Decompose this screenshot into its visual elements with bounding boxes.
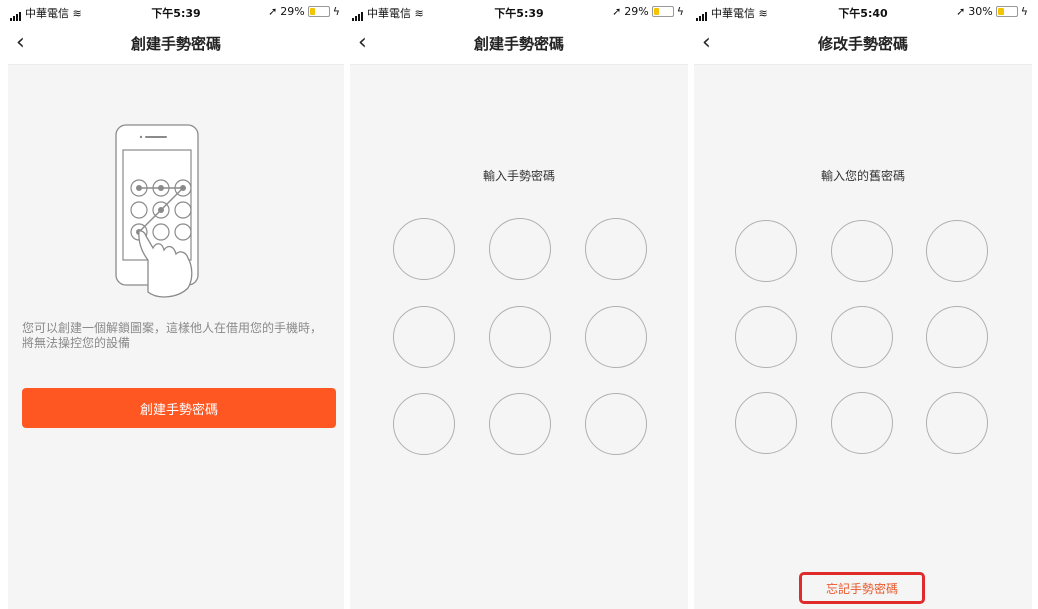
gesture-dot[interactable] [393, 306, 455, 368]
top-bar: 中華電信 ≋ 下午5:39 ➚ 29% ϟ ‹ 創建手勢密碼 [8, 0, 344, 65]
gesture-dot[interactable] [489, 306, 551, 368]
gesture-dot[interactable] [735, 220, 797, 282]
gesture-dot[interactable] [393, 393, 455, 455]
gesture-dot[interactable] [926, 392, 988, 454]
charging-bolt-icon: ϟ [676, 5, 684, 18]
forgot-gesture-password-link[interactable]: 忘記手勢密碼 [799, 572, 925, 604]
gesture-dot[interactable] [926, 306, 988, 368]
location-arrow-icon: ➚ [268, 5, 278, 18]
gesture-dot[interactable] [831, 306, 893, 368]
gesture-dot[interactable] [735, 392, 797, 454]
top-bar: 中華電信 ≋ 下午5:40 ➚ 30% ϟ ‹ 修改手勢密碼 [694, 0, 1032, 65]
battery-percent: 29% [280, 5, 305, 18]
location-arrow-icon: ➚ [956, 5, 966, 18]
status-bar: 中華電信 ≋ 下午5:39 ➚ 29% ϟ [350, 0, 688, 22]
battery-icon [651, 6, 674, 17]
battery-icon [307, 6, 330, 17]
gesture-prompt: 輸入您的舊密碼 [820, 169, 905, 183]
phone-gesture-illustration-icon [115, 124, 199, 298]
create-gesture-intro-screen: 中華電信 ≋ 下午5:39 ➚ 29% ϟ ‹ 創建手勢密碼 您可以創建一個解鎖圖案… [8, 0, 344, 609]
gesture-dot[interactable] [735, 306, 797, 368]
gesture-prompt: 輸入手勢密碼 [482, 169, 555, 183]
top-bar: 中華電信 ≋ 下午5:39 ➚ 29% ϟ ‹ 創建手勢密碼 [350, 0, 688, 65]
gesture-dot[interactable] [489, 393, 551, 455]
page-title: 修改手勢密碼 [817, 35, 908, 53]
enter-gesture-screen: 中華電信 ≋ 下午5:39 ➚ 29% ϟ ‹ 創建手勢密碼 輸入手勢密碼 [350, 0, 688, 609]
gesture-dot[interactable] [393, 218, 455, 280]
gesture-dot[interactable] [585, 306, 647, 368]
location-arrow-icon: ➚ [612, 5, 622, 18]
gesture-dot[interactable] [831, 220, 893, 282]
modify-gesture-screen: 中華電信 ≋ 下午5:40 ➚ 30% ϟ ‹ 修改手勢密碼 輸入您的舊密碼 忘記手… [694, 0, 1032, 609]
battery-icon [995, 6, 1018, 17]
charging-bolt-icon: ϟ [1020, 5, 1028, 18]
gesture-dot[interactable] [489, 218, 551, 280]
status-bar: 中華電信 ≋ 下午5:39 ➚ 29% ϟ [8, 0, 344, 22]
gesture-dot[interactable] [585, 393, 647, 455]
create-gesture-password-button[interactable]: 創建手勢密碼 [22, 388, 336, 428]
description-text: 您可以創建一個解鎖圖案，這樣他人在借用您的手機時，將無法操控您的設備 [22, 321, 323, 350]
page-title: 創建手勢密碼 [130, 35, 221, 53]
status-bar: 中華電信 ≋ 下午5:40 ➚ 30% ϟ [694, 0, 1032, 22]
gesture-dot[interactable] [831, 392, 893, 454]
gesture-dot[interactable] [585, 218, 647, 280]
gesture-dot[interactable] [926, 220, 988, 282]
page-title: 創建手勢密碼 [473, 35, 564, 53]
battery-percent: 30% [968, 5, 993, 18]
charging-bolt-icon: ϟ [332, 5, 340, 18]
battery-percent: 29% [624, 5, 649, 18]
